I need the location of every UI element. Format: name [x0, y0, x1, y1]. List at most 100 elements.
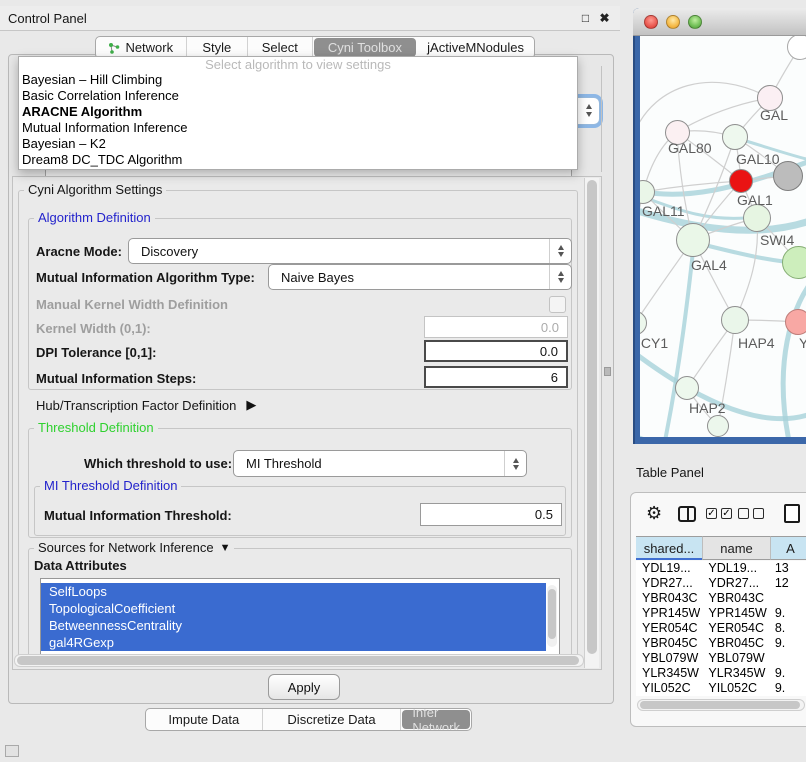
tab-network[interactable]: Network: [96, 37, 187, 58]
aracne-mode-combo[interactable]: Discovery: [128, 238, 572, 264]
unchecked-columns-icon[interactable]: [738, 508, 764, 519]
table-cell[interactable]: YLR345W: [700, 666, 766, 681]
combo-spinner-icon[interactable]: [549, 239, 571, 263]
manual-kernel-checkbox[interactable]: [549, 296, 566, 313]
table-cell[interactable]: YDR27...: [636, 576, 700, 591]
splitter-handle[interactable]: [604, 367, 611, 376]
minimize-traffic-icon[interactable]: [666, 15, 680, 29]
network-node-selected[interactable]: [729, 169, 753, 193]
settings-hscrollbar[interactable]: [14, 654, 584, 667]
table-cell[interactable]: YDL19...: [700, 561, 766, 576]
table-cell[interactable]: YBR043C: [636, 591, 700, 606]
page-icon[interactable]: [784, 504, 800, 523]
network-node[interactable]: [676, 223, 710, 257]
checked-columns-icon[interactable]: ✓ ✓: [706, 508, 732, 519]
tab-style[interactable]: Style: [187, 37, 248, 58]
mi-steps-field[interactable]: 6: [424, 366, 568, 388]
close-icon[interactable]: ✖: [597, 11, 612, 25]
split-columns-icon[interactable]: [678, 506, 696, 522]
algorithm-option[interactable]: ARACNE Algorithm: [19, 104, 577, 120]
table-cell[interactable]: YBL079W: [636, 651, 700, 666]
attribute-list-item[interactable]: SelfLoops: [41, 583, 546, 600]
node-label: Y: [799, 335, 806, 351]
data-attributes-list[interactable]: SelfLoopsTopologicalCoefficientBetweenne…: [40, 578, 560, 655]
settings-vscrollbar[interactable]: [584, 178, 599, 668]
table-row[interactable]: YLR345WYLR345W9.: [636, 666, 806, 681]
list-scrollbar[interactable]: [547, 585, 557, 647]
table-cell[interactable]: [767, 651, 806, 666]
network-node[interactable]: [675, 376, 699, 400]
table-row[interactable]: YIL052CYIL052C9.: [636, 681, 806, 696]
table-cell[interactable]: YIL052C: [700, 681, 766, 696]
table-row[interactable]: YER054CYER054C8.: [636, 621, 806, 636]
tab-select[interactable]: Select: [248, 37, 313, 58]
tab-infer-network[interactable]: Infer Network: [402, 710, 470, 729]
table-cell[interactable]: YDL19...: [636, 561, 700, 576]
table-cell[interactable]: YBR045C: [700, 636, 766, 651]
table-row[interactable]: YBR043CYBR043C: [636, 591, 806, 606]
attribute-list-item[interactable]: TopologicalCoefficient: [41, 600, 546, 617]
which-threshold-combo[interactable]: MI Threshold: [233, 450, 527, 477]
table-cell[interactable]: 12: [767, 576, 806, 591]
attribute-list-item[interactable]: gal4RGexp: [41, 634, 546, 651]
tab-discretize-data[interactable]: Discretize Data: [263, 709, 402, 730]
algorithm-option[interactable]: Bayesian – Hill Climbing: [19, 72, 577, 88]
tab-jactivemnodules[interactable]: jActiveMNodules: [417, 37, 534, 58]
column-header-name[interactable]: name: [702, 536, 770, 560]
algorithm-option[interactable]: Basic Correlation Inference: [19, 88, 577, 104]
mi-threshold-title: MI Threshold Definition: [40, 479, 181, 493]
combo-spinner-icon[interactable]: [549, 265, 571, 289]
combo-spinner-icon[interactable]: [504, 451, 526, 476]
table-cell[interactable]: YDR27...: [700, 576, 766, 591]
algorithm-option[interactable]: Dream8 DC_TDC Algorithm: [19, 152, 577, 168]
table-hscrollbar[interactable]: [637, 699, 805, 711]
network-node[interactable]: [721, 306, 749, 334]
close-traffic-icon[interactable]: [644, 15, 658, 29]
resize-grip[interactable]: [5, 745, 19, 757]
network-window-titlebar[interactable]: [633, 8, 806, 36]
tab-impute-data[interactable]: Impute Data: [146, 709, 263, 730]
network-node[interactable]: [785, 309, 806, 335]
table-cell[interactable]: YLR345W: [636, 666, 700, 681]
table-cell[interactable]: 9.: [767, 606, 806, 621]
network-node[interactable]: [707, 415, 729, 437]
table-row[interactable]: YPR145WYPR145W9.: [636, 606, 806, 621]
algorithm-option[interactable]: Bayesian – K2: [19, 136, 577, 152]
table-cell[interactable]: [767, 591, 806, 606]
column-header-shared-name[interactable]: shared...: [636, 536, 702, 560]
algorithm-option[interactable]: Mutual Information Inference: [19, 120, 577, 136]
table-cell[interactable]: YBR045C: [636, 636, 700, 651]
table-cell[interactable]: YBL079W: [700, 651, 766, 666]
kernel-width-field[interactable]: 0.0: [424, 316, 568, 338]
sources-toggle[interactable]: Sources for Network Inference ▼: [34, 541, 234, 555]
table-row[interactable]: YDR27...YDR27...12: [636, 576, 806, 591]
table-cell[interactable]: YPR145W: [700, 606, 766, 621]
table-cell[interactable]: 9.: [767, 666, 806, 681]
mi-algorithm-type-combo[interactable]: Naive Bayes: [268, 264, 572, 290]
table-cell[interactable]: YBR043C: [700, 591, 766, 606]
table-cell[interactable]: 9.: [767, 681, 806, 696]
table-row[interactable]: YBR045CYBR045C9.: [636, 636, 806, 651]
hub-definition-toggle[interactable]: Hub/Transcription Factor Definition ▶: [36, 397, 256, 413]
table-cell[interactable]: YPR145W: [636, 606, 700, 621]
table-cell[interactable]: 13: [767, 561, 806, 576]
table-cell[interactable]: YER054C: [700, 621, 766, 636]
dpi-tolerance-field[interactable]: 0.0: [424, 340, 568, 362]
table-row[interactable]: YDL19...YDL19...13: [636, 561, 806, 576]
column-header-partial[interactable]: A: [770, 536, 806, 560]
table-row[interactable]: YBL079WYBL079W: [636, 651, 806, 666]
table-cell[interactable]: YER054C: [636, 621, 700, 636]
attribute-list-item[interactable]: BetweennessCentrality: [41, 617, 546, 634]
network-node[interactable]: [743, 204, 771, 232]
table-cell[interactable]: 8.: [767, 621, 806, 636]
tab-cyni-toolbox[interactable]: Cyni Toolbox: [314, 38, 417, 57]
zoom-traffic-icon[interactable]: [688, 15, 702, 29]
gear-icon[interactable]: ⚙: [646, 503, 662, 524]
float-window-icon[interactable]: □: [578, 11, 593, 25]
table-cell[interactable]: 9.: [767, 636, 806, 651]
network-canvas[interactable]: GAL GAL80 GAL10 GAL1 GAL11 SWI4 GAL4 GCY…: [640, 36, 806, 437]
apply-button[interactable]: Apply: [268, 674, 340, 700]
mi-threshold-field[interactable]: 0.5: [420, 503, 562, 526]
network-node[interactable]: [722, 124, 748, 150]
table-cell[interactable]: YIL052C: [636, 681, 700, 696]
